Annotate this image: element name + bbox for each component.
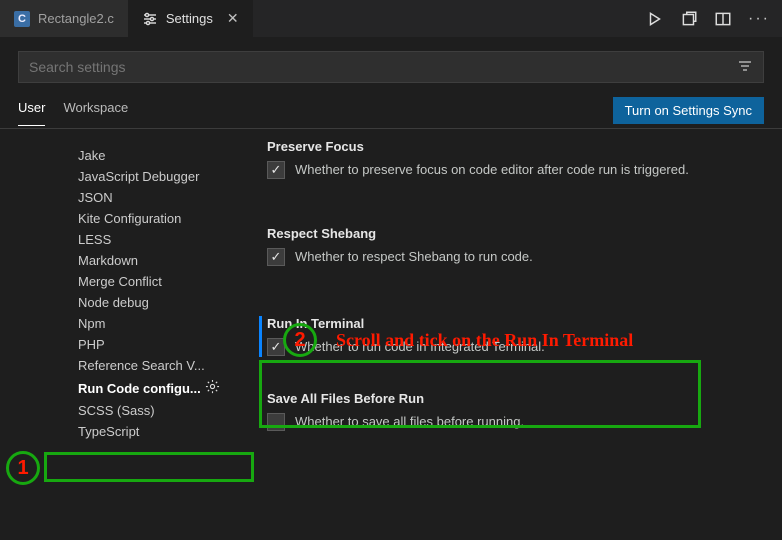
editor-tabbar: C Rectangle2.c Settings ✕ ··· <box>0 0 782 37</box>
tab-label: Settings <box>166 11 213 26</box>
gear-icon[interactable] <box>205 379 220 397</box>
setting-checkbox[interactable] <box>267 413 285 431</box>
split-editor-icon[interactable] <box>714 10 732 28</box>
scope-tab-workspace[interactable]: Workspace <box>63 100 128 126</box>
toc-item[interactable]: Jake <box>0 145 255 166</box>
tab-label: Rectangle2.c <box>38 11 114 26</box>
toc-item[interactable]: Markdown <box>0 250 255 271</box>
setting-title: Run In Terminal <box>267 316 764 331</box>
setting-row: Whether to respect Shebang to run code. <box>267 247 764 267</box>
setting-title: Save All Files Before Run <box>267 391 764 406</box>
toc-item-label: SCSS (Sass) <box>78 403 155 418</box>
settings-toc[interactable]: Jake JavaScript Debugger JSON Kite Configur… <box>0 129 255 540</box>
toc-item-label: Npm <box>78 316 105 331</box>
search-wrap <box>0 37 782 91</box>
tab-rectangle2-c[interactable]: C Rectangle2.c <box>0 0 128 37</box>
toc-item[interactable]: Merge Conflict <box>0 271 255 292</box>
toc-item-label: Run Code configu... <box>78 381 201 396</box>
toc-item-label: Reference Search V... <box>78 358 205 373</box>
setting-block: Respect Shebang Whether to respect Sheban… <box>267 226 764 267</box>
toc-item-label: Node debug <box>78 295 149 310</box>
settings-sync-button[interactable]: Turn on Settings Sync <box>613 97 764 124</box>
setting-row: Whether to save all files before running… <box>267 412 764 432</box>
setting-row: Whether to preserve focus on code editor… <box>267 160 764 180</box>
title-actions: ··· <box>634 10 782 28</box>
close-icon[interactable]: ✕ <box>227 10 239 27</box>
modified-indicator <box>259 316 262 357</box>
toc-item[interactable]: JavaScript Debugger <box>0 166 255 187</box>
toc-item[interactable]: Node debug <box>0 292 255 313</box>
search-input[interactable] <box>29 59 737 75</box>
open-new-icon[interactable] <box>680 10 698 28</box>
annotation-step2-number: 2 <box>294 329 305 352</box>
c-file-icon: C <box>14 11 30 27</box>
toc-item-label: LESS <box>78 232 111 247</box>
setting-description: Whether to save all files before running… <box>295 412 524 432</box>
annotation-step1-number: 1 <box>17 457 28 480</box>
sliders-icon <box>142 11 158 27</box>
setting-description: Whether to preserve focus on code editor… <box>295 160 689 180</box>
toc-item-label: Jake <box>78 148 105 163</box>
toc-item[interactable]: Kite Configuration <box>0 208 255 229</box>
toc-item[interactable]: SCSS (Sass) <box>0 400 255 421</box>
more-icon[interactable]: ··· <box>748 10 770 28</box>
setting-block: Save All Files Before Run Whether to save… <box>267 391 764 432</box>
settings-scope-row: User Workspace Turn on Settings Sync <box>0 91 782 129</box>
setting-checkbox[interactable] <box>267 161 285 179</box>
toc-item[interactable]: TypeScript <box>0 421 255 442</box>
toc-item-label: Kite Configuration <box>78 211 181 226</box>
setting-block: Preserve Focus Whether to preserve focus … <box>267 139 764 180</box>
toc-item-label: JavaScript Debugger <box>78 169 199 184</box>
filter-icon[interactable] <box>737 58 753 77</box>
toc-item[interactable]: PHP <box>0 334 255 355</box>
setting-title: Respect Shebang <box>267 226 764 241</box>
toc-item[interactable]: Npm <box>0 313 255 334</box>
annotation-step2-circle: 2 <box>283 323 317 357</box>
toc-item-label: PHP <box>78 337 105 352</box>
setting-title: Preserve Focus <box>267 139 764 154</box>
toc-item[interactable]: LESS <box>0 229 255 250</box>
scope-tab-user[interactable]: User <box>18 100 45 126</box>
run-icon[interactable] <box>646 10 664 28</box>
setting-checkbox[interactable] <box>267 248 285 266</box>
toc-item-label: Markdown <box>78 253 138 268</box>
toc-item-label: TypeScript <box>78 424 139 439</box>
toc-item[interactable]: Run Code configu... <box>0 376 255 400</box>
toc-item[interactable]: Reference Search V... <box>0 355 255 376</box>
setting-description: Whether to respect Shebang to run code. <box>295 247 533 267</box>
settings-search[interactable] <box>18 51 764 83</box>
toc-item[interactable]: JSON <box>0 187 255 208</box>
tab-settings[interactable]: Settings ✕ <box>128 0 253 37</box>
annotation-step1-circle: 1 <box>6 451 40 485</box>
toc-item-label: Merge Conflict <box>78 274 162 289</box>
scope-tabs: User Workspace <box>18 100 128 126</box>
annotation-step2-text: Scroll and tick on the Run In Terminal <box>336 330 633 351</box>
toc-item-label: JSON <box>78 190 113 205</box>
